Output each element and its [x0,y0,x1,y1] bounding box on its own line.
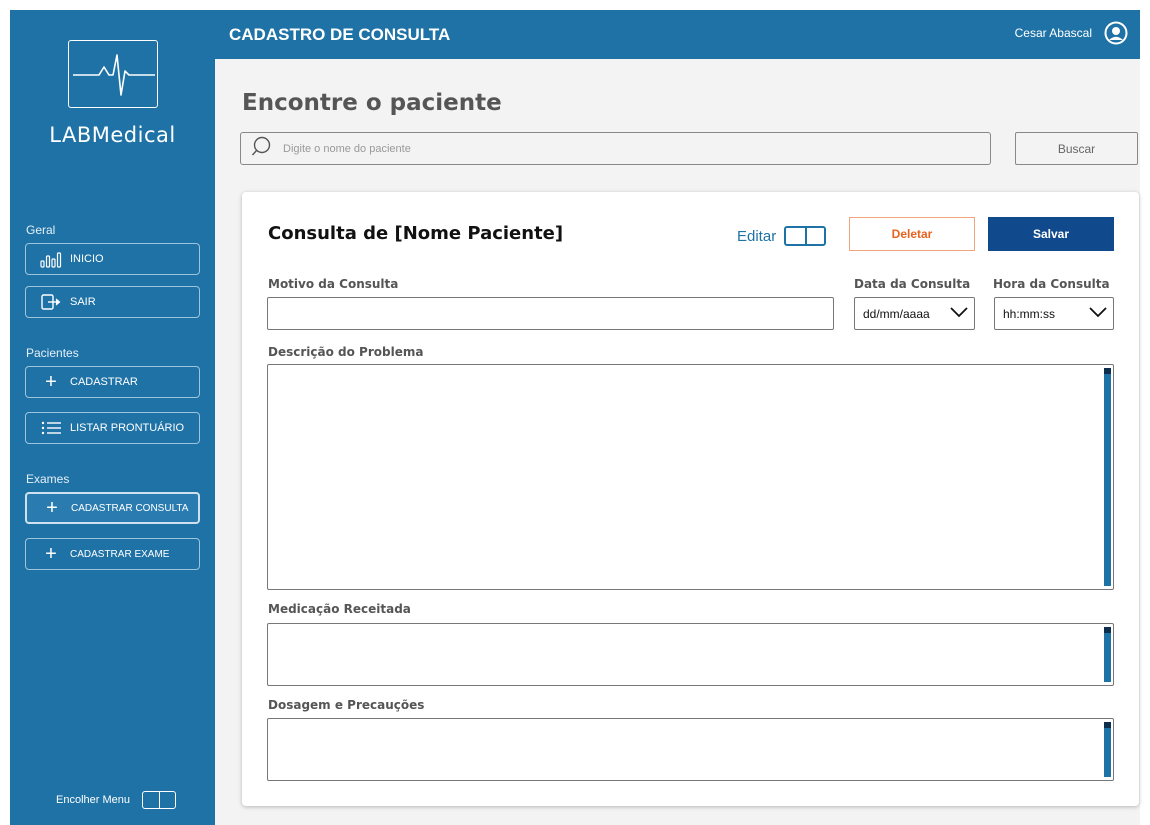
sidebar-item-label: SAIR [70,296,96,308]
search-section-title: Encontre o paciente [242,90,502,116]
sidebar-item-cadastrar-exame[interactable]: + CADASTRAR EXAME [25,538,200,570]
scrollbar[interactable] [1104,627,1111,682]
date-select[interactable]: dd/mm/aaaa [854,297,975,330]
edit-label: Editar [737,227,777,245]
motivo-label: Motivo da Consulta [268,277,399,291]
dosagem-textarea[interactable] [267,718,1114,781]
save-button[interactable]: Salvar [988,217,1114,251]
section-label-pacientes: Pacientes [26,346,79,360]
user-name: Cesar Abascal [1014,26,1092,40]
edit-toggle-switch-icon[interactable] [784,226,827,246]
search-bar[interactable] [240,132,991,165]
main-content: Encontre o paciente Buscar Consulta de [… [215,59,1140,825]
search-input[interactable] [283,142,963,155]
heartbeat-logo-icon [68,40,158,108]
page-title: CADASTRO DE CONSULTA [229,25,451,44]
collapse-menu[interactable]: Encolher Menu [56,791,176,809]
date-value: dd/mm/aaaa [863,306,930,321]
chevron-down-icon [950,306,968,321]
medicacao-label: Medicação Receitada [268,602,411,616]
data-label: Data da Consulta [854,277,971,291]
time-value: hh:mm:ss [1003,306,1056,321]
scrollbar[interactable] [1104,368,1111,586]
plus-icon: + [45,543,57,565]
scrollbar[interactable] [1104,722,1111,777]
search-button[interactable]: Buscar [1015,132,1138,165]
sidebar-item-label: CADASTRAR [70,376,138,388]
sidebar-item-cadastrar-consulta[interactable]: + CADASTRAR CONSULTA [25,492,200,524]
logout-icon [40,293,62,311]
sidebar-item-cadastrar[interactable]: + CADASTRAR [25,366,200,398]
collapse-menu-label: Encolher Menu [56,794,130,806]
plus-icon: + [45,371,57,393]
consultation-form-card: Consulta de [Nome Paciente] Editar Delet… [242,192,1139,806]
time-select[interactable]: hh:mm:ss [994,297,1114,330]
descricao-label: Descrição do Problema [268,345,424,359]
collapse-toggle-icon[interactable] [142,791,176,809]
motivo-input[interactable] [267,297,834,330]
bar-chart-icon [40,250,62,268]
sidebar-item-label: CADASTRAR CONSULTA [71,502,189,514]
user-circle-icon[interactable] [1104,21,1128,45]
sidebar-item-label: INICIO [70,253,104,265]
sidebar-item-inicio[interactable]: INICIO [25,243,200,275]
app-logo-text: LABMedical [49,123,176,147]
descricao-textarea[interactable] [267,364,1114,590]
section-label-exames: Exames [26,472,70,486]
sidebar-item-sair[interactable]: SAIR [25,286,200,318]
form-title: Consulta de [Nome Paciente] [268,223,564,244]
dosagem-label: Dosagem e Precauções [268,698,425,712]
plus-icon: + [46,497,58,519]
edit-toggle[interactable]: Editar [737,226,827,246]
delete-button[interactable]: Deletar [849,217,975,251]
sidebar-item-label: CADASTRAR EXAME [70,548,170,560]
sidebar: LABMedical Geral INICIO SAIR Pacientes +… [10,10,215,825]
chevron-down-icon [1089,306,1107,321]
medicacao-textarea[interactable] [267,623,1114,686]
sidebar-item-label: LISTAR PRONTUÁRIO [70,422,185,434]
list-icon [40,419,62,437]
sidebar-item-listar-prontuario[interactable]: LISTAR PRONTUÁRIO [25,412,200,444]
section-label-geral: Geral [26,223,56,237]
hora-label: Hora da Consulta [993,277,1110,291]
top-bar: CADASTRO DE CONSULTA Cesar Abascal [215,10,1140,59]
search-icon [251,135,273,162]
user-menu[interactable]: Cesar Abascal [1015,21,1128,45]
